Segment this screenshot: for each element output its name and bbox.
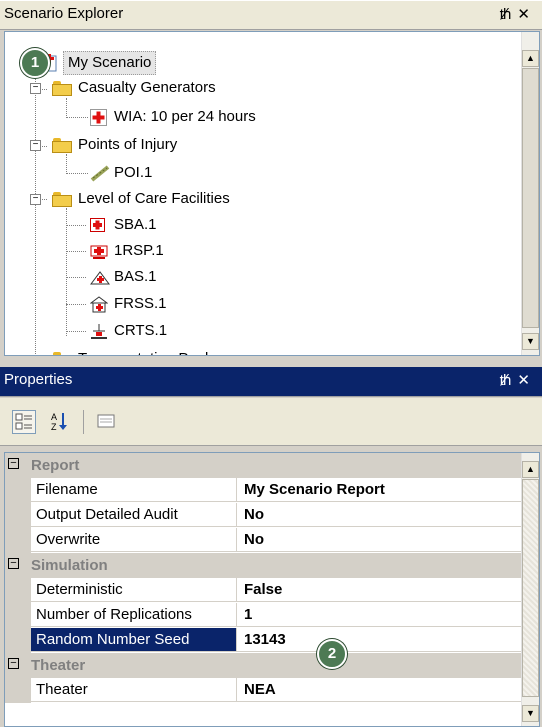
scroll-down-button[interactable]: ▼ [522,333,539,350]
property-name[interactable]: Random Number Seed [31,628,237,652]
facility-icon [91,324,107,339]
property-name[interactable]: Number of Replications [31,603,237,627]
tree-node-label[interactable]: WIA: 10 per 24 hours [114,106,256,128]
scroll-down-button[interactable]: ▼ [522,705,539,722]
medic-icon [90,245,108,259]
tree-node-label[interactable]: 1RSP.1 [114,240,164,262]
collapse-toggle[interactable]: − [8,658,19,669]
tree-node-label[interactable]: BAS.1 [114,266,157,288]
collapse-toggle[interactable]: − [30,194,41,205]
tree-line [66,173,88,174]
tree-line [35,66,36,355]
property-row-deterministic[interactable]: Deterministic False [5,578,524,603]
categorized-icon[interactable] [12,410,36,434]
property-row-number-of-replications[interactable]: Number of Replications 1 [5,603,524,628]
property-grid-scrollbar[interactable]: ▲ ▼ [521,453,539,726]
property-row-filename[interactable]: Filename My Scenario Report [5,478,524,503]
properties-titlebar: Properties ᵺ✕ [0,367,542,397]
tree-node-label[interactable]: Level of Care Facilities [78,188,230,210]
property-value[interactable]: 1 [237,603,524,627]
property-value[interactable]: 13143 [237,628,524,652]
property-name[interactable]: Overwrite [31,528,237,552]
property-name[interactable]: Output Detailed Audit [31,503,237,527]
close-icon[interactable]: ✕ [517,372,536,389]
property-grid[interactable]: − Report Filename My Scenario Report Out… [4,452,540,727]
folder-icon [52,352,72,355]
scenario-explorer-title: Scenario Explorer [4,5,124,22]
folder-icon [52,192,72,207]
tree-node-label[interactable]: POI.1 [114,162,152,184]
properties-title: Properties [4,371,73,388]
tree-node-label[interactable]: Casualty Generators [78,77,216,99]
callout-badge-1: 1 [20,48,50,78]
tree-line [66,304,86,305]
close-icon[interactable]: ✕ [517,6,536,23]
category-theater[interactable]: − Theater [5,653,524,678]
property-pages-icon[interactable] [94,410,118,434]
property-row-theater[interactable]: Theater NEA [5,678,524,703]
property-value[interactable]: NEA [237,678,524,702]
tree-line [66,251,86,252]
tree-line [66,277,86,278]
tree-line [66,154,67,174]
tree-scrollbar[interactable]: ▲ ▼ [521,32,539,355]
tree-line [66,331,86,332]
svg-text:Z: Z [51,422,57,432]
property-name[interactable]: Theater [31,678,237,702]
callout-badge-2: 2 [317,639,347,669]
red-cross-icon [90,109,107,126]
category-simulation[interactable]: − Simulation [5,553,524,578]
pin-icon[interactable]: ᵺ [500,372,518,389]
tree-root-label[interactable]: My Scenario [63,51,157,75]
scenario-explorer-titlebar: Scenario Explorer ᵺ✕ [0,0,542,30]
tree-line [66,98,67,118]
tent-icon [90,271,110,285]
stretcher-icon [90,165,110,182]
scroll-up-button[interactable]: ▲ [522,461,539,478]
tree-node-label[interactable]: CRTS.1 [114,320,167,342]
folder-icon [52,138,72,153]
scroll-up-button[interactable]: ▲ [522,50,539,67]
property-value[interactable]: No [237,528,524,552]
toolbar-separator [83,410,84,434]
property-name[interactable]: Filename [31,478,237,502]
category-report[interactable]: − Report [5,453,524,478]
category-label: Report [31,457,80,474]
tree-line [66,117,88,118]
collapse-toggle[interactable]: − [30,83,41,94]
alphabetical-icon[interactable]: AZ [47,410,71,434]
scenario-tree[interactable]: My Scenario − Casualty Generators WIA: 1… [4,31,540,356]
medical-box-icon [90,218,105,232]
tree-line [66,225,86,226]
svg-text:A: A [51,412,57,422]
property-row-overwrite[interactable]: Overwrite No [5,528,524,553]
scroll-track[interactable] [522,479,539,697]
tree-node-label[interactable]: Transportation Pools [78,348,216,355]
property-value[interactable]: My Scenario Report [237,478,524,502]
property-row-output-detailed-audit[interactable]: Output Detailed Audit No [5,503,524,528]
property-row-random-number-seed[interactable]: Random Number Seed 13143 [5,628,524,653]
category-label: Theater [31,657,86,674]
folder-icon [52,81,72,96]
tree-node-label[interactable]: SBA.1 [114,214,157,236]
property-name[interactable]: Deterministic [31,578,237,602]
property-value[interactable]: No [237,503,524,527]
properties-toolbar: AZ [0,398,542,446]
tree-node-label[interactable]: FRSS.1 [114,293,167,315]
collapse-toggle[interactable]: − [30,140,41,151]
property-value[interactable]: False [237,578,524,602]
collapse-toggle[interactable]: − [8,458,19,469]
pin-icon[interactable]: ᵺ [500,6,518,23]
scroll-thumb[interactable] [522,68,539,328]
collapse-toggle[interactable]: − [8,558,19,569]
category-label: Simulation [31,557,108,574]
hospital-icon [90,296,108,313]
tree-node-label[interactable]: Points of Injury [78,134,177,156]
tree-line [66,208,67,336]
